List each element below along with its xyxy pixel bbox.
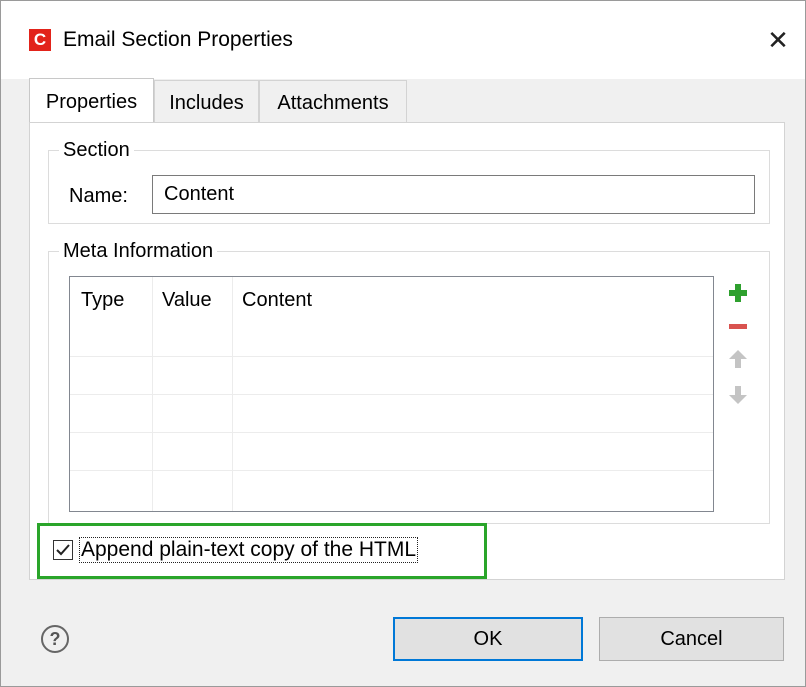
app-logo-icon: C: [29, 29, 51, 51]
email-section-properties-dialog: C Email Section Properties ✕ Properties …: [0, 0, 806, 687]
name-label: Name:: [69, 185, 128, 207]
meta-information-table[interactable]: Type Value Content: [69, 276, 714, 512]
move-down-icon[interactable]: [727, 384, 749, 406]
row-divider: [70, 470, 713, 471]
properties-tab-panel: Section Name: Content Meta Information T…: [29, 122, 785, 580]
row-divider: [70, 432, 713, 433]
append-plain-text-highlight: Append plain-text copy of the HTML: [37, 523, 487, 579]
meta-information-group: Meta Information Type Value Content: [48, 238, 770, 524]
tab-attachments[interactable]: Attachments: [259, 80, 407, 122]
dialog-title: Email Section Properties: [63, 28, 293, 51]
column-header-content[interactable]: Content: [242, 287, 312, 313]
add-icon[interactable]: [727, 282, 749, 304]
column-header-type[interactable]: Type: [81, 287, 124, 313]
checkmark-icon: [56, 544, 70, 556]
ok-button[interactable]: OK: [393, 617, 583, 661]
tab-properties[interactable]: Properties: [29, 78, 154, 122]
row-divider: [70, 394, 713, 395]
title-bar[interactable]: C Email Section Properties ✕: [1, 1, 805, 79]
section-group-legend: Section: [59, 137, 134, 163]
cancel-button[interactable]: Cancel: [599, 617, 784, 661]
append-plain-text-label[interactable]: Append plain-text copy of the HTML: [78, 537, 419, 563]
move-up-icon[interactable]: [727, 348, 749, 370]
close-icon[interactable]: ✕: [763, 25, 793, 55]
meta-information-legend: Meta Information: [59, 238, 218, 264]
append-plain-text-checkbox[interactable]: [53, 540, 73, 560]
section-group: Section Name: Content: [48, 137, 770, 224]
row-divider: [70, 356, 713, 357]
remove-icon[interactable]: [727, 316, 749, 338]
column-header-value[interactable]: Value: [162, 287, 212, 313]
help-icon[interactable]: ?: [41, 625, 69, 653]
name-input[interactable]: Content: [152, 175, 755, 214]
tab-includes[interactable]: Includes: [154, 80, 259, 122]
